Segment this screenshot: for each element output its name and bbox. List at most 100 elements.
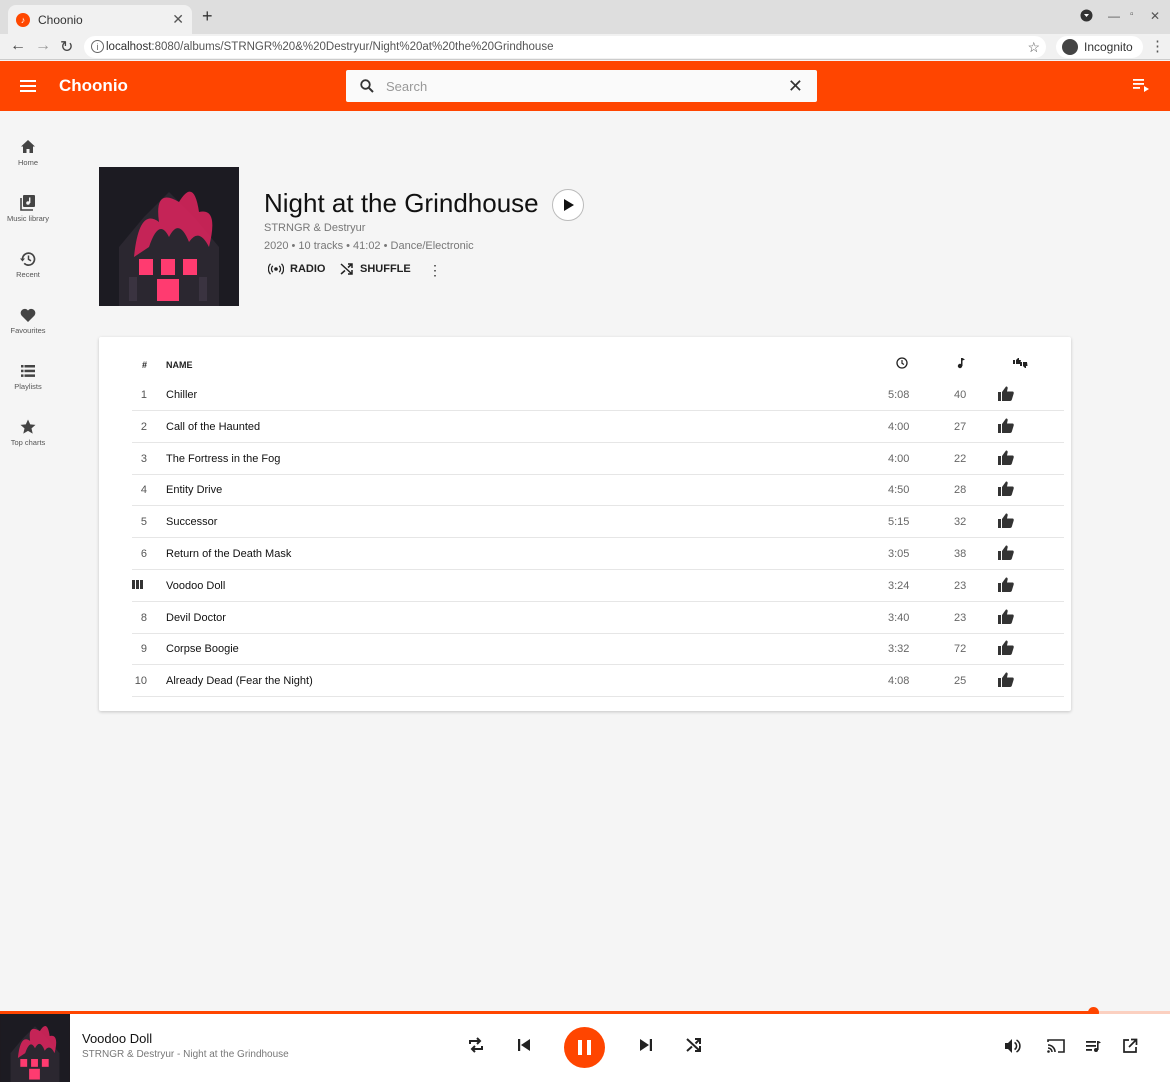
queue-music-icon[interactable] [1085, 1038, 1101, 1054]
browser-menu-icon[interactable]: ⋮ [1150, 37, 1165, 55]
thumbs-updown-icon [1013, 358, 1028, 368]
thumbs-up-icon[interactable] [998, 545, 1014, 563]
track-duration: 5:15 [888, 516, 910, 529]
search-input[interactable] [386, 70, 766, 102]
tab-close-icon[interactable]: ✕ [172, 11, 184, 28]
cast-icon[interactable] [1047, 1038, 1065, 1054]
url-host: localhost [106, 41, 152, 53]
forward-icon[interactable]: → [35, 37, 51, 55]
track-number: 3 [140, 452, 147, 465]
album-play-button[interactable] [552, 189, 584, 221]
album-art-image [99, 167, 239, 306]
track-play-count: 28 [954, 484, 967, 497]
pause-icon [578, 1040, 582, 1055]
nav-favourites[interactable]: Favourites [0, 306, 56, 335]
shuffle-label: SHUFFLE [360, 263, 411, 275]
url-path: :8080/albums/STRNGR%20&%20Destryur/Night… [151, 41, 554, 53]
shuffle-icon [340, 263, 353, 275]
nav-playlists[interactable]: Playlists [0, 362, 56, 391]
radio-button[interactable]: RADIO [268, 263, 325, 275]
minimize-icon[interactable]: — [1108, 9, 1120, 23]
nav-home[interactable]: Home [0, 138, 56, 167]
track-duration: 3:40 [888, 611, 910, 624]
track-number: 6 [140, 548, 147, 560]
track-name: Successor [166, 516, 218, 529]
shuffle-button[interactable]: SHUFFLE [340, 263, 411, 275]
table-row[interactable]: 2 Call of the Haunted 4:00 27 [132, 411, 1064, 443]
nav-label: Top charts [10, 438, 46, 447]
reload-icon[interactable]: ↻ [60, 37, 73, 57]
now-playing-artist[interactable]: STRNGR & Destryur [82, 1049, 174, 1060]
window-close-icon[interactable]: ✕ [1150, 9, 1160, 23]
track-duration: 5:08 [888, 389, 910, 401]
queue-icon[interactable] [1133, 79, 1149, 92]
table-row[interactable]: Voodoo Doll 3:24 23 [132, 570, 1064, 602]
table-row[interactable]: 6 Return of the Death Mask 3:05 38 [132, 538, 1064, 570]
url-field[interactable]: i localhost:8080/albums/STRNGR%20&%20Des… [84, 36, 1046, 58]
track-name: Voodoo Doll [166, 579, 226, 592]
thumbs-up-icon[interactable] [998, 418, 1014, 436]
track-duration: 3:05 [888, 548, 910, 560]
thumbs-up-icon[interactable] [998, 609, 1014, 627]
nav-top-charts[interactable]: Top charts [0, 418, 56, 447]
menu-icon[interactable] [20, 80, 36, 92]
album-more-icon[interactable]: ⋮ [428, 262, 442, 279]
table-row[interactable]: 4 Entity Drive 4:50 28 [132, 474, 1064, 507]
thumbs-up-icon[interactable] [998, 450, 1014, 468]
radio-icon [268, 263, 284, 275]
track-name: Already Dead (Fear the Night) [166, 675, 313, 688]
open-external-icon[interactable] [1122, 1038, 1138, 1054]
home-icon [21, 140, 35, 153]
repeat-icon[interactable] [467, 1036, 485, 1054]
now-playing-title[interactable]: Voodoo Doll [82, 1031, 152, 1046]
new-tab-icon[interactable]: + [202, 6, 213, 27]
thumbs-up-icon[interactable] [998, 672, 1014, 690]
track-name: The Fortress in the Fog [166, 452, 281, 465]
album-title: Night at the Grindhouse [264, 188, 539, 218]
thumbs-up-icon[interactable] [998, 513, 1014, 531]
now-playing-cover[interactable] [0, 1014, 70, 1082]
track-number: 4 [140, 484, 147, 497]
nav-recent[interactable]: Recent [0, 250, 56, 279]
browser-tab[interactable]: ♪ Choonio ✕ [8, 5, 192, 34]
now-playing-album[interactable]: Night at the Grindhouse [183, 1049, 289, 1060]
search-icon[interactable] [360, 79, 374, 93]
table-row[interactable]: 3 The Fortress in the Fog 4:00 22 [132, 443, 1064, 475]
back-icon[interactable]: ← [10, 37, 26, 55]
star-icon [20, 419, 36, 434]
shuffle-player-icon[interactable] [685, 1036, 703, 1054]
table-row[interactable]: 1 Chiller 5:08 40 [132, 379, 1064, 411]
track-name: Corpse Boogie [166, 643, 239, 656]
thumbs-up-icon[interactable] [998, 386, 1014, 404]
track-name: Return of the Death Mask [166, 548, 292, 560]
list-icon [21, 365, 35, 377]
previous-icon[interactable] [516, 1036, 532, 1054]
site-info-icon[interactable]: i [91, 40, 104, 53]
bookmark-star-icon[interactable]: ☆ [1027, 39, 1040, 56]
table-row[interactable]: 5 Successor 5:15 32 [132, 506, 1064, 539]
track-duration: 4:00 [888, 452, 910, 465]
track-play-count: 72 [954, 643, 967, 656]
table-row[interactable]: 8 Devil Doctor 3:40 23 [132, 602, 1064, 634]
track-name: Call of the Haunted [166, 420, 261, 433]
clear-search-icon[interactable]: ✕ [788, 76, 803, 97]
thumbs-up-icon[interactable] [998, 577, 1014, 595]
volume-icon[interactable] [1004, 1038, 1021, 1054]
track-number: 2 [140, 420, 147, 433]
album-artist-link[interactable]: STRNGR & Destryur [264, 222, 365, 234]
player-bar: Voodoo Doll STRNGR & Destryur - Night at… [0, 1014, 1170, 1082]
now-playing-art-image [0, 1014, 70, 1082]
table-row[interactable]: 9 Corpse Boogie 3:32 72 [132, 633, 1064, 666]
clock-icon [896, 357, 908, 369]
maximize-icon[interactable]: ▫ [1130, 9, 1134, 20]
table-row[interactable]: 10 Already Dead (Fear the Night) 4:08 25 [132, 665, 1064, 698]
thumbs-up-icon[interactable] [998, 640, 1014, 658]
album-meta: 2020 • 10 tracks • 41:02 • Dance/Electro… [264, 240, 474, 252]
pause-button[interactable] [564, 1027, 605, 1068]
tab-title: Choonio [38, 12, 83, 27]
thumbs-up-icon[interactable] [998, 481, 1014, 499]
tab-search-icon[interactable] [1080, 9, 1093, 25]
nav-music-library[interactable]: Music library [0, 194, 56, 223]
next-icon[interactable] [638, 1036, 654, 1054]
incognito-badge[interactable]: Incognito [1056, 36, 1143, 58]
